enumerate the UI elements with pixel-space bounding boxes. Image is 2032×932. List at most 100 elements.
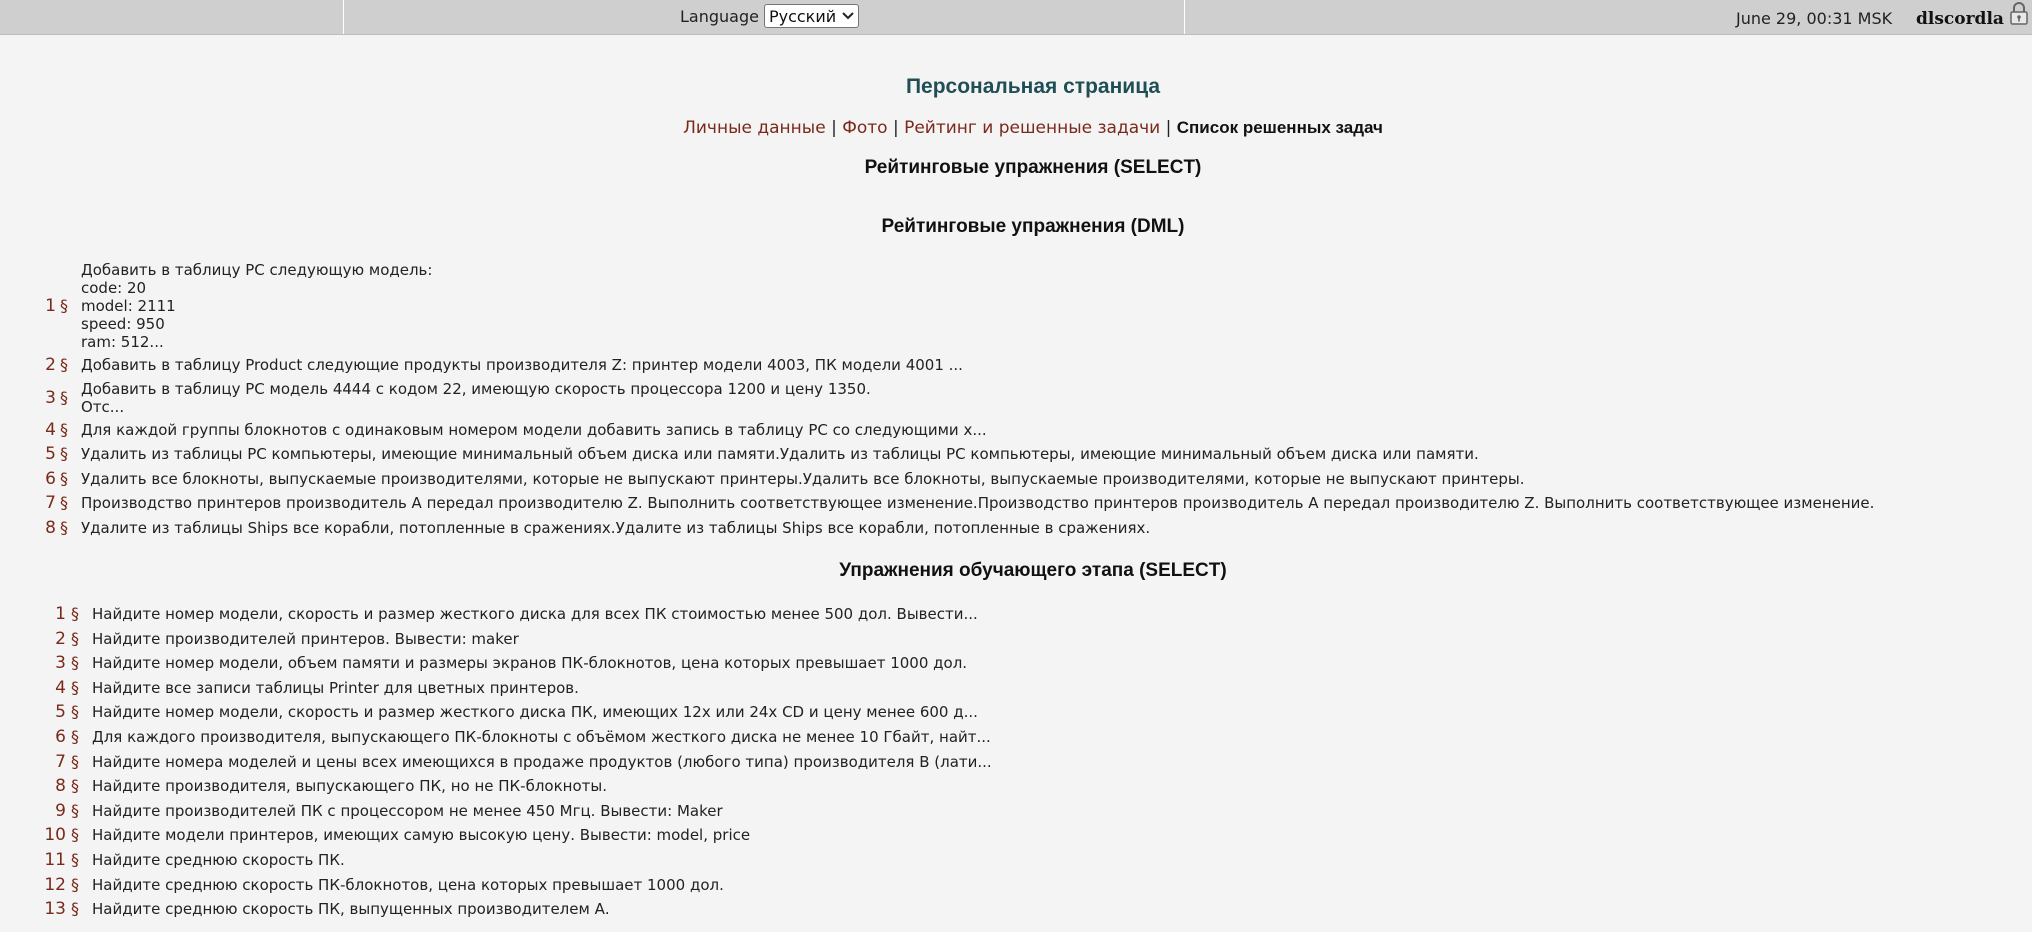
training-exercise-row: 6 § Для каждого производителя, выпускающег… xyxy=(0,728,2032,748)
exercise-section-link[interactable]: § xyxy=(71,802,79,820)
dml-exercise-row: 5 § Удалить из таблицы PC компьютеры, имею… xyxy=(0,445,2032,464)
dml-exercise-row: 2 § Добавить в таблицу Product следующие п… xyxy=(0,355,2032,375)
training-exercise-row: 12 § Найдите среднюю скорость ПК-блокнотов… xyxy=(0,876,2032,896)
exercise-description-link[interactable]: Найдите модели принтеров, имеющих самую … xyxy=(92,826,750,844)
exercise-number: 11 xyxy=(44,850,66,870)
dml-exercise-row: 1 § Добавить в таблицу PC следующую модель… xyxy=(0,261,2032,351)
exercise-description-link[interactable]: Найдите производителей ПК с процессором … xyxy=(92,802,723,820)
language-selector: Language Русский xyxy=(680,4,860,28)
exercise-description-link[interactable]: Найдите среднюю скорость ПК-блокнотов, ц… xyxy=(92,876,724,894)
exercise-number: 1 xyxy=(55,604,66,624)
exercise-number: 9 xyxy=(55,801,66,821)
exercise-section-link[interactable]: § xyxy=(71,679,79,697)
exercise-section-link[interactable]: § xyxy=(60,297,68,315)
exercise-section-link[interactable]: § xyxy=(71,777,79,795)
nav-current-solved-list: Список решенных задач xyxy=(1176,118,1383,137)
training-exercise-row: 8 § Найдите производителя, выпускающего ПК… xyxy=(0,777,2032,797)
training-exercise-row: 1 § Найдите номер модели, скорость и разме… xyxy=(0,605,2032,625)
exercise-number: 13 xyxy=(44,899,66,919)
exercise-description-link[interactable]: Найдите производителя, выпускающего ПК, … xyxy=(92,777,607,795)
exercise-description-link[interactable]: Удалить из таблицы PC компьютеры, имеющи… xyxy=(81,445,1479,463)
exercise-number: 7 xyxy=(55,752,66,772)
server-datetime: June 29, 00:31 MSK xyxy=(1736,9,1893,28)
training-exercise-row: 10 § Найдите модели принтеров, имеющих сам… xyxy=(0,826,2032,846)
exercise-description-link[interactable]: Найдите номера моделей и цены всех имеющ… xyxy=(92,753,992,771)
exercise-section-link[interactable]: § xyxy=(71,753,79,771)
exercise-number: 1 xyxy=(45,296,56,316)
exercise-section-link[interactable]: § xyxy=(71,728,79,746)
dml-exercise-row: 6 § Удалить все блокноты, выпускаемые прои… xyxy=(0,469,2032,489)
exercise-number: 8 xyxy=(45,518,56,538)
exercise-section-link[interactable]: § xyxy=(71,851,79,869)
exercise-description-link[interactable]: Найдите среднюю скорость ПК, выпущенных … xyxy=(92,900,610,918)
username-link[interactable]: dlscordla xyxy=(1916,9,2004,29)
exercise-number: 2 xyxy=(55,629,66,649)
exercise-section-link[interactable]: § xyxy=(71,826,79,844)
language-select-value: Русский xyxy=(768,6,837,26)
training-exercise-row: 4 § Найдите все записи таблицы Printer для… xyxy=(0,679,2032,699)
exercise-description-link[interactable]: Найдите все записи таблицы Printer для ц… xyxy=(92,679,579,697)
profile-nav: Личные данные | Фото | Рейтинг и решенны… xyxy=(0,118,2032,138)
exercise-number: 5 xyxy=(55,702,66,722)
exercise-section-link[interactable]: § xyxy=(71,630,79,648)
exercise-number: 3 xyxy=(45,388,56,408)
section-title-training-select: Упражнения обучающего этапа (SELECT) xyxy=(839,560,1227,581)
training-exercise-row: 13 § Найдите среднюю скорость ПК, выпущенн… xyxy=(0,900,2032,920)
exercise-description-link[interactable]: Найдите номер модели, скорость и размер … xyxy=(92,605,978,623)
exercise-description-link[interactable]: Для каждой группы блокнотов с одинаковым… xyxy=(81,421,987,439)
exercise-number: 7 xyxy=(45,493,56,513)
exercise-description-link[interactable]: Добавить в таблицу PC следующую модель: … xyxy=(81,261,432,351)
exercise-description-link[interactable]: Удалите из таблицы Ships все корабли, по… xyxy=(81,519,1150,537)
training-exercise-row: 7 § Найдите номера моделей и цены всех име… xyxy=(0,753,2032,773)
language-label: Language xyxy=(680,6,759,26)
exercise-section-link[interactable]: § xyxy=(60,356,68,374)
exercise-number: 4 xyxy=(55,678,66,698)
exercise-description-link[interactable]: Производство принтеров производитель A п… xyxy=(81,494,1874,512)
exercise-section-link[interactable]: § xyxy=(71,703,79,721)
exercise-section-link[interactable]: § xyxy=(60,519,68,537)
top-bar-divider xyxy=(343,0,344,34)
exercise-section-link[interactable]: § xyxy=(71,876,79,894)
exercise-section-link[interactable]: § xyxy=(71,900,79,918)
exercise-number: 10 xyxy=(44,825,66,845)
exercise-section-link[interactable]: § xyxy=(71,605,79,623)
exercise-description-link[interactable]: Найдите номер модели, объем памяти и раз… xyxy=(92,654,967,672)
chevron-down-icon xyxy=(842,9,854,23)
exercise-section-link[interactable]: § xyxy=(60,494,68,512)
training-exercise-row: 2 § Найдите производителей принтеров. Выве… xyxy=(0,630,2032,650)
top-bar: Language Русский June 29, 00:31 MSK dlsc… xyxy=(0,0,2032,35)
exercise-number: 12 xyxy=(44,875,66,895)
exercise-section-link[interactable]: § xyxy=(60,421,68,439)
exercise-description-link[interactable]: Найдите номер модели, скорость и размер … xyxy=(92,703,978,721)
exercise-section-link[interactable]: § xyxy=(71,654,79,672)
exercise-number: 2 xyxy=(45,355,56,375)
exercise-description-link[interactable]: Найдите среднюю скорость ПК. xyxy=(92,851,345,869)
exercise-number: 6 xyxy=(45,469,56,489)
exercise-description-link[interactable]: Добавить в таблицу Product следующие про… xyxy=(81,356,963,374)
dml-exercise-row: 3 § Добавить в таблицу PC модель 4444 с ко… xyxy=(0,380,2032,416)
nav-photo-link[interactable]: Фото xyxy=(842,118,887,138)
exercise-description-link[interactable]: Удалить все блокноты, выпускаемые произв… xyxy=(81,470,1525,488)
nav-separator: | xyxy=(1165,118,1172,138)
dml-exercise-row: 4 § Для каждой группы блокнотов с одинаков… xyxy=(0,421,2032,440)
training-exercise-row: 9 § Найдите производителей ПК с процессоро… xyxy=(0,802,2032,822)
training-exercise-row: 3 § Найдите номер модели, объем памяти и р… xyxy=(0,654,2032,674)
exercise-description-link[interactable]: Для каждого производителя, выпускающего … xyxy=(92,728,991,746)
nav-separator: | xyxy=(831,118,837,138)
exercise-section-link[interactable]: § xyxy=(60,389,68,407)
exercise-description-link[interactable]: Добавить в таблицу PC модель 4444 с кодо… xyxy=(81,380,871,416)
dml-exercise-row: 7 § Производство принтеров производитель A… xyxy=(0,493,2032,513)
exercise-number: 6 xyxy=(55,727,66,747)
exercise-number: 8 xyxy=(55,776,66,796)
top-bar-divider xyxy=(1184,0,1185,34)
nav-separator: | xyxy=(892,118,899,138)
exercise-section-link[interactable]: § xyxy=(60,470,68,488)
exercise-section-link[interactable]: § xyxy=(60,445,68,463)
nav-rating-link[interactable]: Рейтинг и решенные задачи xyxy=(904,118,1160,138)
exercise-description-link[interactable]: Найдите производителей принтеров. Вывест… xyxy=(92,630,519,648)
lock-icon[interactable] xyxy=(2008,2,2030,26)
page-title: Персональная страница xyxy=(905,75,1161,98)
section-title-rating-select: Рейтинговые упражнения (SELECT) xyxy=(864,157,1202,178)
nav-personal-data-link[interactable]: Личные данные xyxy=(683,118,826,138)
language-select[interactable]: Русский xyxy=(763,4,860,28)
